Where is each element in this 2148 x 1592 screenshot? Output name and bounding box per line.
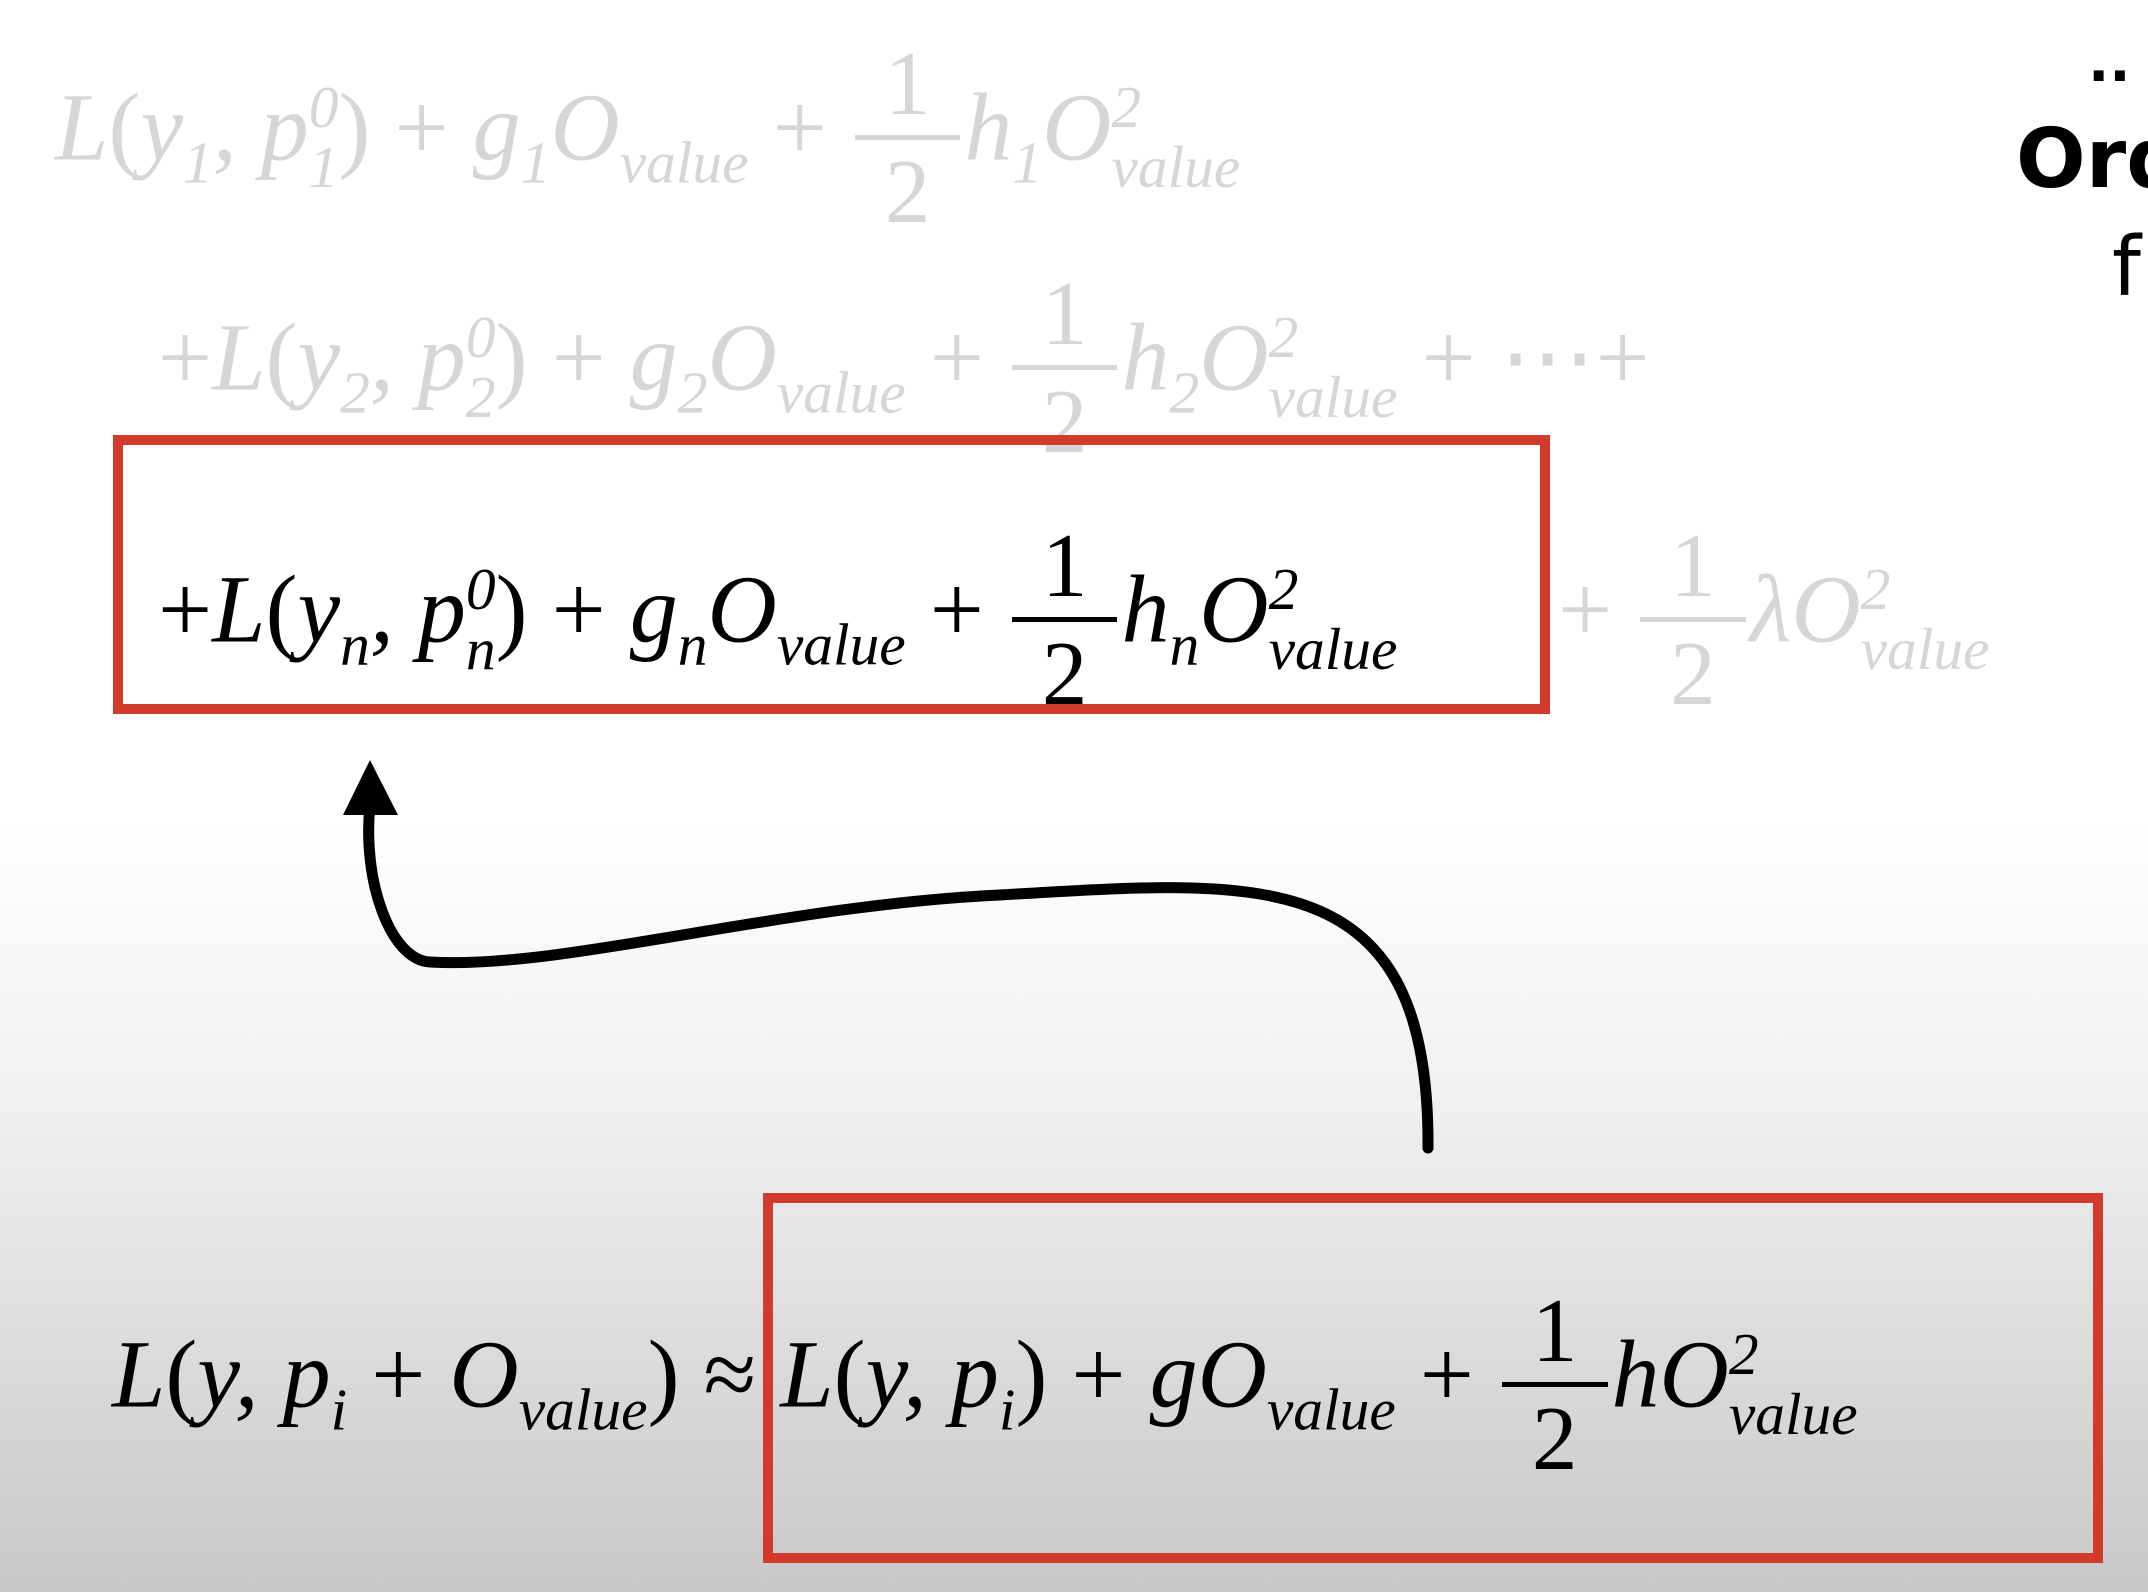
- side-text-dots: ..: [2088, 30, 2131, 95]
- slide-canvas: L(y1, p 0 1) + g1Ovalue + 1 2 h1O 2 value +L(y…: [0, 0, 2148, 1592]
- arrow-curve: [363, 799, 1434, 1154]
- arrow-head: [343, 760, 398, 815]
- side-text-fragment: f: [2112, 220, 2141, 315]
- side-text-order: Ord: [2016, 112, 2148, 207]
- highlight-box-bottom: [763, 1193, 2103, 1563]
